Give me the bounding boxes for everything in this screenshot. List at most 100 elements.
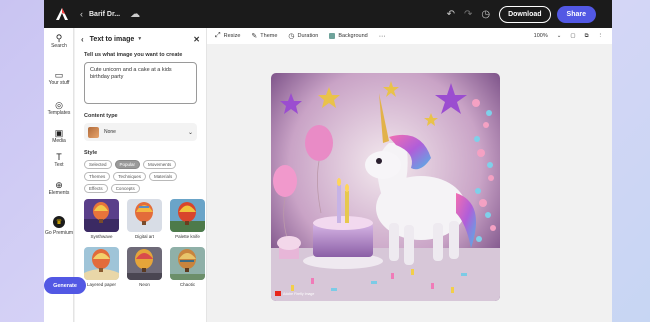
unicorn-cake-illustration xyxy=(271,73,500,301)
zoom-controls: 100% ⌄ ▢ ⧉ ⋮ xyxy=(534,33,612,40)
share-button[interactable]: Share xyxy=(556,5,596,23)
undo-icon[interactable]: ↶ xyxy=(447,9,455,20)
resize-icon: ⤢ xyxy=(215,32,221,39)
style-label-text: Chaotic xyxy=(179,282,196,287)
chip-movements[interactable]: Movements xyxy=(143,160,177,169)
download-button[interactable]: Download xyxy=(499,5,551,23)
content-type-value: None xyxy=(104,129,116,135)
rail-item-media[interactable]: ▣ Media xyxy=(44,128,74,144)
rail-label: Templates xyxy=(47,110,71,116)
chip-selected[interactable]: Selected xyxy=(84,160,112,169)
chip-popular[interactable]: Popular xyxy=(114,160,141,169)
folder-icon: ▭ xyxy=(54,70,64,80)
rail-label: Elements xyxy=(48,190,70,196)
generate-button[interactable]: Generate xyxy=(44,277,86,294)
chevron-down-icon[interactable]: ▼ xyxy=(137,36,142,42)
style-card-synthwave[interactable]: Synthwave xyxy=(84,199,119,239)
elements-icon: ⊕ xyxy=(55,180,63,190)
chip-effects[interactable]: Effects xyxy=(84,184,108,193)
rail-item-search[interactable]: ⚲ Search xyxy=(44,33,74,49)
redo-icon[interactable]: ↷ xyxy=(464,9,472,20)
style-label-text: Synthwave xyxy=(90,234,113,239)
search-icon: ⚲ xyxy=(55,33,63,43)
style-thumbnail xyxy=(170,199,205,232)
chip-themes[interactable]: Themes xyxy=(84,172,111,181)
content-credential-badge: Adobe Firefly Image xyxy=(275,291,314,296)
background-button[interactable]: Background xyxy=(329,33,368,39)
rail-item-go-premium[interactable]: ♛ Go Premium xyxy=(44,216,74,236)
cloud-sync-icon[interactable]: ☁ xyxy=(130,9,140,20)
document-title[interactable]: Barif Dr... xyxy=(89,11,120,18)
prompt-input[interactable]: Cute unicorn and a cake at a kids birthd… xyxy=(84,62,197,104)
style-label: Style xyxy=(84,150,98,156)
toolbar-label: Background xyxy=(338,33,368,39)
rail-label: Search xyxy=(51,43,67,49)
chip-materials[interactable]: Materials xyxy=(149,172,178,181)
rail-label: Media xyxy=(52,138,66,144)
pages-icon[interactable]: ▢ xyxy=(570,33,575,39)
theme-icon: ✎ xyxy=(251,33,258,40)
prompt-label: Tell us what image you want to create xyxy=(84,52,183,58)
style-chips: Selected Popular Movements Themes Techni… xyxy=(75,160,206,193)
more-icon: ··· xyxy=(378,32,386,40)
media-icon: ▣ xyxy=(54,128,64,138)
chip-concepts[interactable]: Concepts xyxy=(110,184,140,193)
style-card-palette-knife[interactable]: Palette knife xyxy=(170,199,205,239)
toolbar-label: Theme xyxy=(260,33,278,39)
top-bar: ‹ Barif Dr... ☁ ↶ ↷ ◷ Download Share xyxy=(44,0,612,28)
panel-header: ‹ Text to image ▼ ✕ xyxy=(75,28,206,50)
style-thumbnail xyxy=(127,199,162,232)
theme-button[interactable]: ✎ Theme xyxy=(251,32,277,40)
crown-icon: ♛ xyxy=(53,216,65,228)
adobe-logo-icon xyxy=(275,291,281,296)
rail-item-templates[interactable]: ◎ Templates xyxy=(44,100,74,116)
style-thumbnail xyxy=(84,199,119,232)
timer-icon[interactable]: ◷ xyxy=(481,9,490,20)
badge-text: Adobe Firefly Image xyxy=(283,291,315,296)
chip-techniques[interactable]: Techniques xyxy=(113,172,147,181)
rail-label: Your stuff xyxy=(48,80,70,86)
background-swatch xyxy=(329,33,336,39)
content-type-thumbnail xyxy=(88,126,99,138)
resize-button[interactable]: ⤢ Resize xyxy=(215,32,240,40)
canvas-toolbar: ⤢ Resize ✎ Theme ◷ Duration Background ·… xyxy=(207,28,612,44)
generated-image[interactable]: Adobe Firefly Image xyxy=(271,73,500,301)
style-thumbnail xyxy=(127,247,162,280)
toolbar-label: Resize xyxy=(223,33,241,39)
close-icon[interactable]: ✕ xyxy=(193,35,200,44)
duplicate-icon[interactable]: ⧉ xyxy=(585,33,589,40)
more-vertical-icon[interactable]: ⋮ xyxy=(598,33,604,39)
templates-icon: ◎ xyxy=(55,100,63,110)
panel-title: Text to image xyxy=(89,35,135,43)
style-card-layered-paper[interactable]: Layered paper xyxy=(84,247,119,287)
back-icon[interactable]: ‹ xyxy=(80,9,83,19)
style-thumbnail xyxy=(84,247,119,280)
clock-icon: ◷ xyxy=(288,33,295,40)
style-grid: Synthwave Digital art Palette knife Laye… xyxy=(75,199,206,287)
zoom-level[interactable]: 100% xyxy=(534,33,548,39)
style-card-chaotic[interactable]: Chaotic xyxy=(170,247,205,287)
rail-label: Text xyxy=(54,162,64,168)
style-label-text: Digital art xyxy=(134,234,154,239)
style-card-neon[interactable]: Neon xyxy=(127,247,162,287)
more-options-button[interactable]: ··· xyxy=(379,33,389,40)
style-card-digital-art[interactable]: Digital art xyxy=(127,199,162,239)
chevron-down-icon: ⌄ xyxy=(187,129,193,136)
text-icon: T xyxy=(56,152,62,162)
style-label-text: Layered paper xyxy=(86,282,117,287)
content-type-label: Content type xyxy=(84,113,118,119)
style-label-text: Palette knife xyxy=(175,234,200,239)
rail-label: Go Premium xyxy=(44,230,74,236)
rail-item-text[interactable]: T Text xyxy=(44,152,74,168)
rail-item-your-stuff[interactable]: ▭ Your stuff xyxy=(44,70,74,86)
style-label-text: Neon xyxy=(139,282,150,287)
toolbar-label: Duration xyxy=(297,33,319,39)
style-thumbnail xyxy=(170,247,205,280)
adobe-express-logo[interactable] xyxy=(54,6,70,22)
content-type-select[interactable]: None ⌄ xyxy=(84,123,197,141)
text-to-image-panel: ‹ Text to image ▼ ✕ Tell us what image y… xyxy=(75,28,207,322)
duration-button[interactable]: ◷ Duration xyxy=(288,32,318,40)
back-arrow-icon[interactable]: ‹ xyxy=(81,35,84,44)
zoom-chevron-icon[interactable]: ⌄ xyxy=(557,33,562,39)
rail-item-elements[interactable]: ⊕ Elements xyxy=(44,180,74,196)
